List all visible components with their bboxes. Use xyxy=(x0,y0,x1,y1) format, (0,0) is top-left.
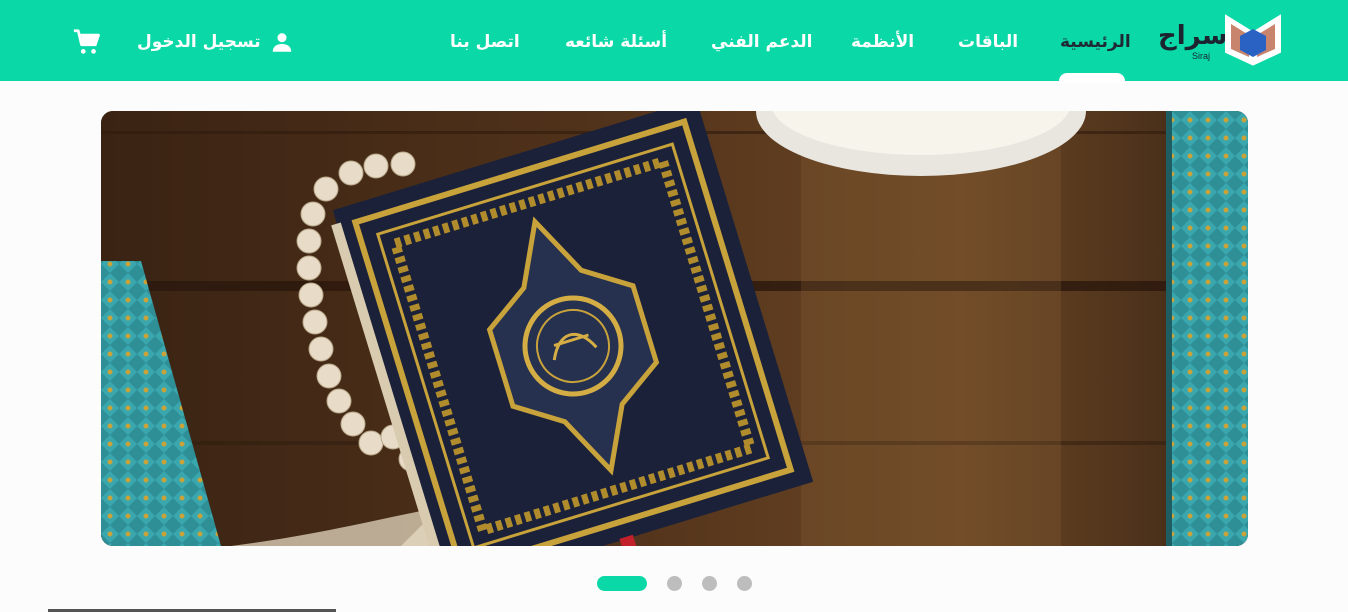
login-label: تسجيل الدخول xyxy=(137,32,261,52)
login-button[interactable]: تسجيل الدخول xyxy=(137,28,295,56)
nav-systems[interactable]: الأنظمة xyxy=(851,28,914,56)
quran-photo xyxy=(101,111,1248,546)
person-icon xyxy=(272,33,291,52)
brand-mark-icon xyxy=(1225,14,1281,66)
hero-slide-image xyxy=(101,111,1248,546)
nav-contact[interactable]: اتصل بنا xyxy=(450,28,520,56)
nav-faq[interactable]: أسئلة شائعه xyxy=(565,28,667,56)
cart-icon[interactable] xyxy=(72,27,102,57)
brand-logo[interactable]: سراج Siraj xyxy=(1158,12,1284,68)
brand-subtitle: Siraj xyxy=(1192,51,1211,61)
slider-dot-3[interactable] xyxy=(702,576,717,591)
brand-name: سراج xyxy=(1158,21,1228,51)
nav-home[interactable]: الرئيسية xyxy=(1060,28,1131,56)
slider-dot-1-active[interactable] xyxy=(597,576,647,591)
top-navbar: سراج Siraj الرئيسية الباقات الأنظمة الدع… xyxy=(0,0,1348,83)
nav-support[interactable]: الدعم الفني xyxy=(711,28,812,56)
slider-dot-4[interactable] xyxy=(737,576,752,591)
nav-packages[interactable]: الباقات xyxy=(958,28,1018,56)
nav-active-indicator xyxy=(1059,73,1125,83)
slider-pagination xyxy=(0,575,1348,591)
slider-dot-2[interactable] xyxy=(667,576,682,591)
